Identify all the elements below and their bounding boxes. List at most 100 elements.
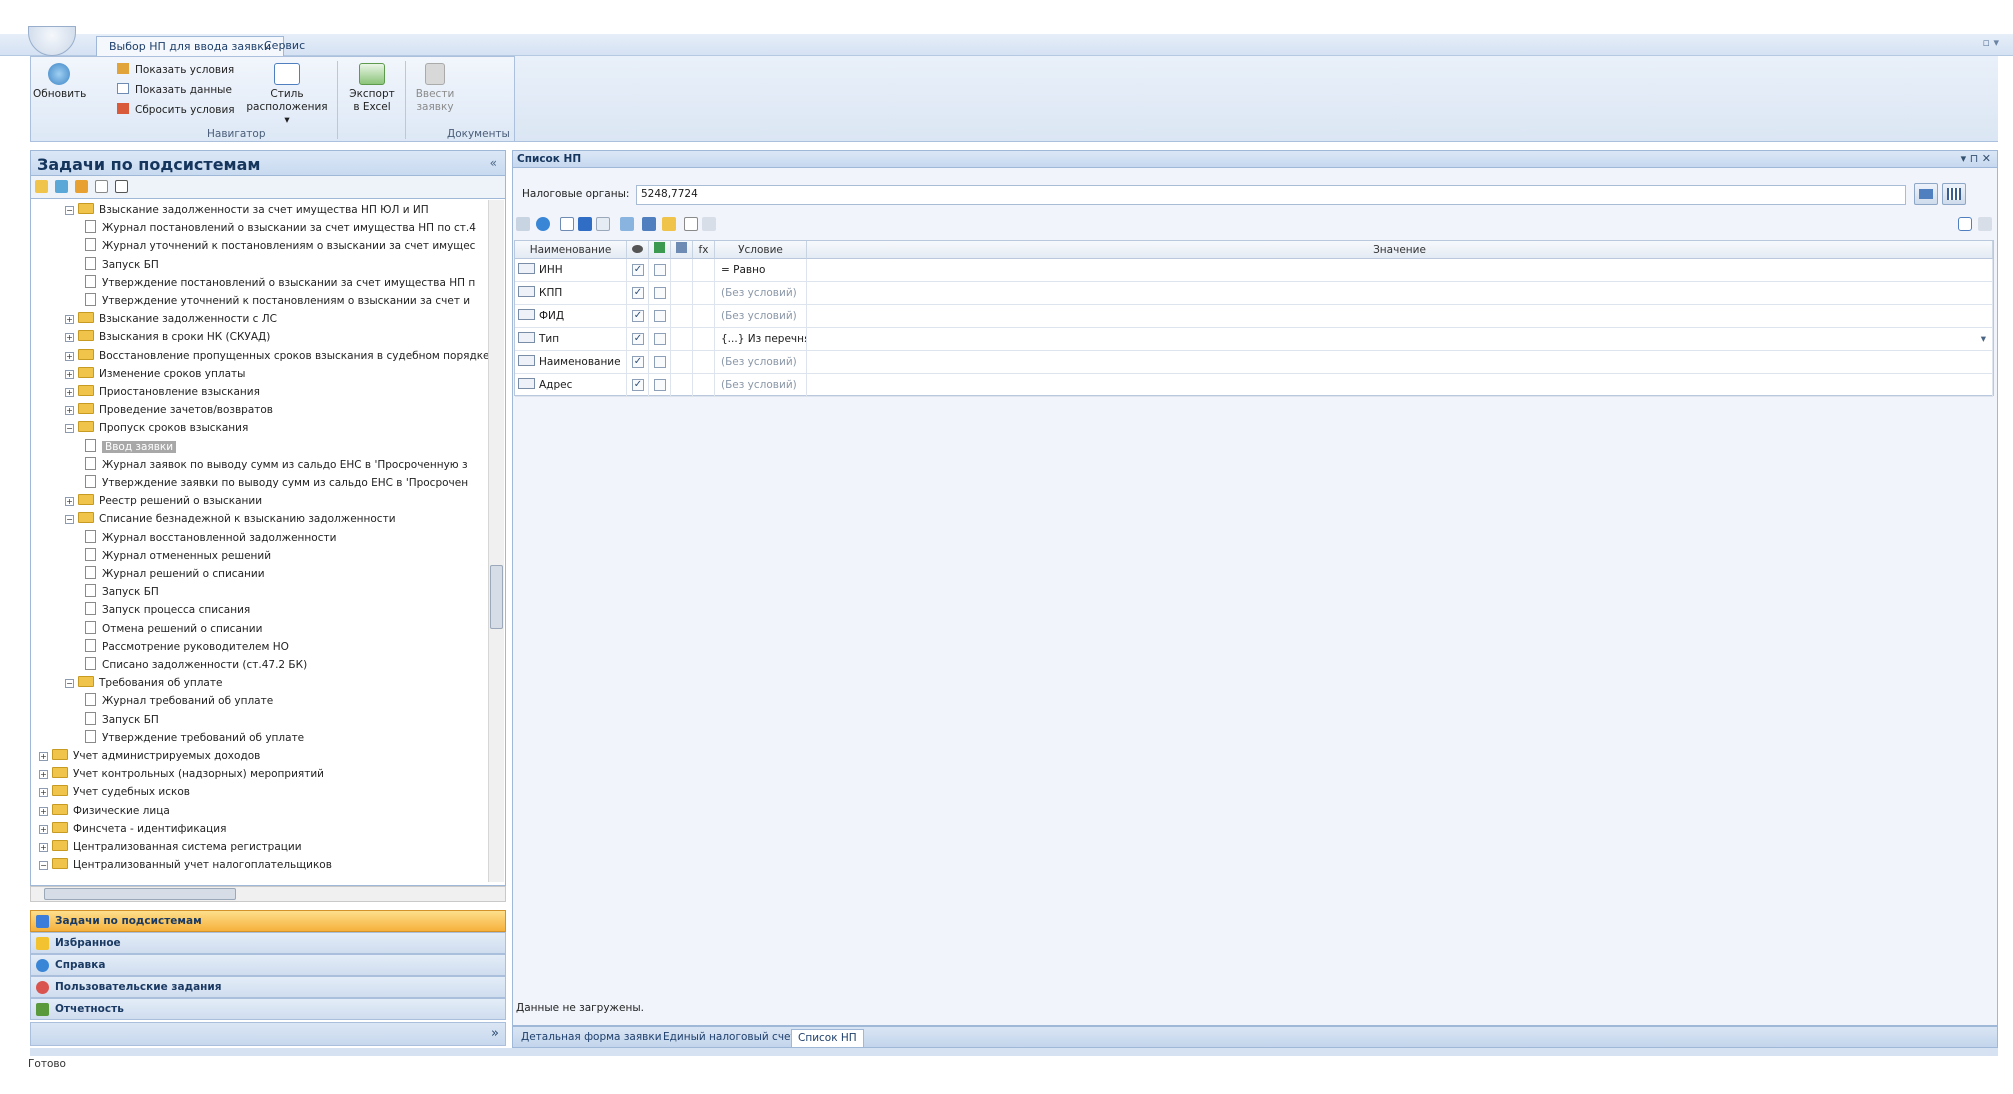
refresh-icon[interactable] <box>55 180 68 193</box>
tree-item[interactable]: Рассмотрение руководителем НО <box>85 638 289 656</box>
expand-toggle-icon[interactable]: + <box>39 806 48 816</box>
save-icon[interactable] <box>642 217 656 231</box>
expand-toggle-icon[interactable]: + <box>65 497 74 507</box>
open-icon[interactable] <box>662 217 676 231</box>
reset-conditions-button[interactable]: Сбросить условия <box>117 103 235 116</box>
tree-folder[interactable]: + Восстановление пропущенных сроков взыск… <box>65 347 490 365</box>
folder-icon[interactable] <box>35 180 48 193</box>
visible-checkbox[interactable]: ✓ <box>632 264 644 276</box>
column-header-value[interactable]: Значение <box>807 241 1993 259</box>
field-name-cell[interactable]: ФИД <box>515 305 627 327</box>
column-header-visible[interactable] <box>627 241 649 259</box>
menu-icon[interactable] <box>1978 217 1992 231</box>
expand-toggle-icon[interactable]: + <box>39 824 48 834</box>
expand-toggle-icon[interactable]: + <box>65 388 74 397</box>
condition-cell[interactable]: (Без условий) <box>715 351 807 373</box>
tree-folder[interactable]: + Взыскание задолженности с ЛС <box>65 310 277 328</box>
grid-row[interactable]: Тип ✓ {...} Из перечня ▾ <box>515 328 1993 351</box>
window-icon[interactable] <box>115 180 128 193</box>
tab-taxpayer-list[interactable]: Список НП <box>791 1029 864 1047</box>
tree-horizontal-scroll-thumb[interactable] <box>44 888 236 900</box>
column-header-sort[interactable] <box>649 241 671 259</box>
collapse-toggle-icon[interactable]: − <box>39 861 48 871</box>
expand-toggle-icon[interactable]: + <box>39 788 48 798</box>
tree-vertical-scroll-thumb[interactable] <box>490 565 503 629</box>
grid-row[interactable]: Адрес ✓ (Без условий) <box>515 374 1993 397</box>
nav-favorites[interactable]: Избранное <box>30 932 506 954</box>
expand-toggle-icon[interactable]: + <box>65 315 74 325</box>
nav-help[interactable]: Справка <box>30 954 506 976</box>
settings-icon[interactable] <box>620 217 634 231</box>
show-conditions-button[interactable]: Показать условия <box>117 63 234 76</box>
nav-subsystem-tasks[interactable]: Задачи по подсистемам <box>30 910 506 932</box>
tree-item[interactable]: Ввод заявки <box>85 438 177 456</box>
visible-checkbox[interactable]: ✓ <box>632 356 644 368</box>
column-header-condition[interactable]: Условие <box>715 241 807 259</box>
document-icon[interactable] <box>95 180 108 193</box>
sort-cell[interactable] <box>649 259 671 281</box>
show-data-button[interactable]: Показать данные <box>117 83 232 96</box>
value-cell[interactable] <box>807 305 1993 327</box>
tree-folder[interactable]: + Централизованная система регистрации <box>39 838 302 856</box>
tree-item[interactable]: Утверждение требований об уплате <box>85 729 304 747</box>
tree-folder[interactable]: − Списание безнадежной к взысканию задолж… <box>65 510 396 528</box>
visible-cell[interactable]: ✓ <box>627 305 649 327</box>
tree-folder[interactable]: + Изменение сроков уплаты <box>65 365 245 383</box>
condition-cell[interactable]: = Равно <box>715 259 807 281</box>
select-org-button[interactable] <box>1914 183 1938 205</box>
column-header-group[interactable] <box>671 241 693 259</box>
field-name-cell[interactable]: ИНН <box>515 259 627 281</box>
expand-toggle-icon[interactable]: + <box>39 770 48 780</box>
sort-checkbox[interactable] <box>654 264 666 276</box>
visible-cell[interactable]: ✓ <box>627 374 649 396</box>
collapse-toggle-icon[interactable]: − <box>65 206 74 215</box>
tree-folder[interactable]: + Взыскания в сроки НК (СКУАД) <box>65 328 270 346</box>
nav-reports[interactable]: Отчетность <box>30 998 506 1020</box>
copy-icon[interactable] <box>684 217 698 231</box>
condition-cell[interactable]: (Без условий) <box>715 305 807 327</box>
collapse-panel-button[interactable]: « <box>490 156 497 170</box>
expand-toggle-icon[interactable]: + <box>65 351 74 361</box>
window-controls-icon[interactable]: ▫ ▾ <box>1983 36 1999 49</box>
expand-toggle-icon[interactable]: + <box>39 843 48 852</box>
tab-service[interactable]: Сервис <box>252 36 317 56</box>
grid-row[interactable]: Наименование ✓ (Без условий) <box>515 351 1993 374</box>
sort-cell[interactable] <box>649 374 671 396</box>
tree-folder[interactable]: + Финсчета - идентификация <box>39 820 226 838</box>
enter-request-button[interactable]: Ввести заявку <box>409 63 461 114</box>
sort-checkbox[interactable] <box>654 379 666 391</box>
tree-item[interactable]: Утверждение уточнений к постановлениям о… <box>85 292 470 310</box>
export-excel-button[interactable]: Экспорт в Excel <box>343 63 401 114</box>
sort-checkbox[interactable] <box>654 333 666 345</box>
tree-folder[interactable]: + Учет судебных исков <box>39 783 190 801</box>
tax-authorities-field[interactable]: 5248,7724 <box>636 185 1906 205</box>
visible-cell[interactable]: ✓ <box>627 259 649 281</box>
tree-folder[interactable]: + Физические лица <box>39 802 170 820</box>
tab-single-tax-account[interactable]: Единый налоговый счет <box>657 1029 803 1047</box>
refresh-button[interactable]: Обновить <box>33 63 86 101</box>
panel-controls-icon[interactable]: ▾ ⊓ ✕ <box>1961 152 1991 165</box>
condition-cell[interactable]: (Без условий) <box>715 282 807 304</box>
grid-row[interactable]: ИНН ✓ = Равно <box>515 259 1993 282</box>
nav-user-tasks[interactable]: Пользовательские задания <box>30 976 506 998</box>
tree-item[interactable]: Запуск БП <box>85 256 159 274</box>
tree-folder[interactable]: + Учет контрольных (надзорных) мероприяти… <box>39 765 324 783</box>
sort-checkbox[interactable] <box>654 287 666 299</box>
condition-cell[interactable]: (Без условий) <box>715 374 807 396</box>
tree-item[interactable]: Запуск БП <box>85 711 159 729</box>
expand-toggle-icon[interactable]: + <box>39 752 48 761</box>
value-cell[interactable] <box>807 282 1993 304</box>
tree-item[interactable]: Утверждение постановлений о взыскании за… <box>85 274 475 292</box>
columns-icon[interactable] <box>560 217 574 231</box>
tree-item[interactable]: Журнал отмененных решений <box>85 547 271 565</box>
expand-toggle-icon[interactable]: + <box>65 406 74 416</box>
favorite-add-icon[interactable] <box>75 180 88 193</box>
layout-style-button[interactable]: Стиль расположения ▾ <box>245 63 329 127</box>
tree-item[interactable]: Журнал уточнений к постановлениям о взыс… <box>85 237 475 255</box>
sort-cell[interactable] <box>649 305 671 327</box>
collapse-toggle-icon[interactable]: − <box>65 679 74 689</box>
sort-checkbox[interactable] <box>654 310 666 322</box>
tree-item[interactable]: Журнал восстановленной задолженности <box>85 529 336 547</box>
condition-cell[interactable]: {...} Из перечня <box>715 328 807 350</box>
visible-checkbox[interactable]: ✓ <box>632 333 644 345</box>
